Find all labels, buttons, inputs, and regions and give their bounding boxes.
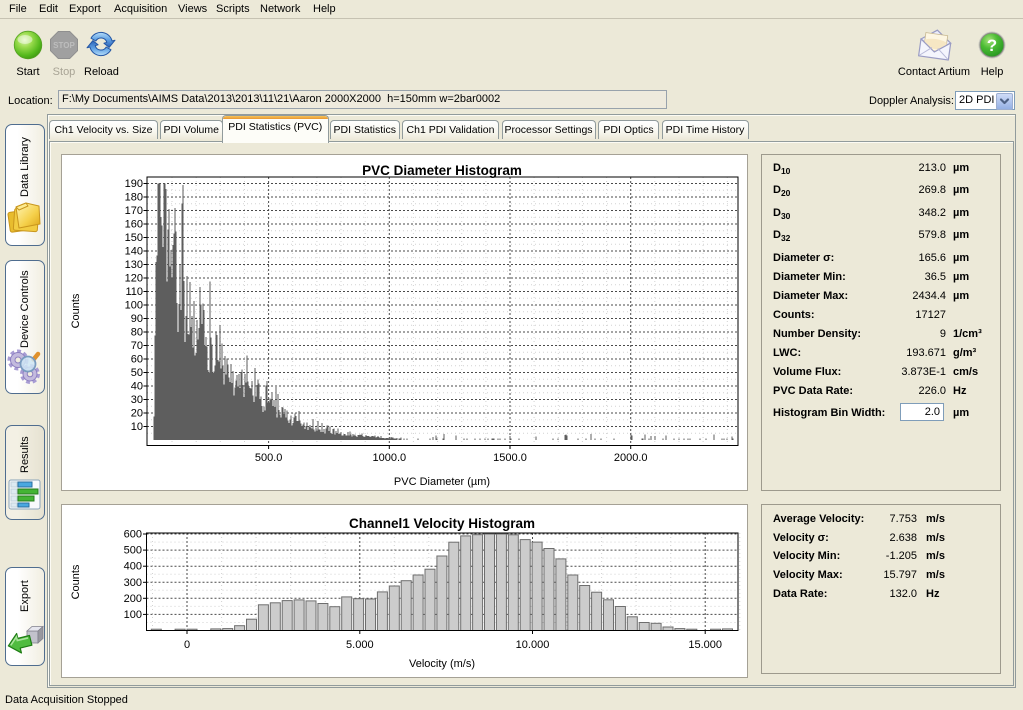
svg-text:?: ? bbox=[987, 36, 997, 55]
svg-text:STOP: STOP bbox=[53, 41, 75, 50]
